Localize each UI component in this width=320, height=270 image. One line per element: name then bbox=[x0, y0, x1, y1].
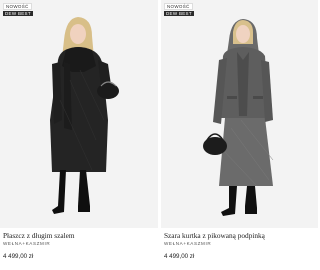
product-grid: NOWOŚĆ DEW BEST Płaszcz z długim szalem … bbox=[0, 0, 318, 270]
product-material: WEŁNA+KASZMIR bbox=[164, 241, 212, 246]
product-card[interactable]: NOWOŚĆ DEW BEST bbox=[0, 0, 158, 270]
new-badge: NOWOŚĆ bbox=[164, 3, 193, 10]
product-image[interactable]: NOWOŚĆ DEW BEST bbox=[161, 0, 318, 228]
product-image[interactable]: NOWOŚĆ DEW BEST bbox=[0, 0, 158, 228]
product-title[interactable]: Szara kurtka z pikowaną podpinką bbox=[164, 231, 316, 240]
product-card[interactable]: NOWOŚĆ DEW BEST bbox=[161, 0, 318, 270]
badge-group: NOWOŚĆ DEW BEST bbox=[3, 3, 33, 17]
product-info: Szara kurtka z pikowaną podpinką WEŁNA+K… bbox=[164, 231, 316, 260]
product-price: 4 499,00 zł bbox=[164, 253, 195, 260]
model-in-black-coat-illustration bbox=[50, 17, 119, 214]
product-info: Płaszcz z długim szalem WEŁNA+KASZMIR 4 … bbox=[3, 231, 156, 260]
model-in-grey-jacket-illustration bbox=[203, 19, 274, 216]
product-material: WEŁNA+KASZMIR bbox=[3, 241, 51, 246]
bestseller-badge: DEW BEST bbox=[3, 11, 33, 16]
product-title[interactable]: Płaszcz z długim szalem bbox=[3, 231, 156, 240]
new-badge: NOWOŚĆ bbox=[3, 3, 32, 10]
badge-group: NOWOŚĆ DEW BEST bbox=[164, 3, 194, 17]
bestseller-badge: DEW BEST bbox=[164, 11, 194, 16]
product-price: 4 499,00 zł bbox=[3, 253, 34, 260]
